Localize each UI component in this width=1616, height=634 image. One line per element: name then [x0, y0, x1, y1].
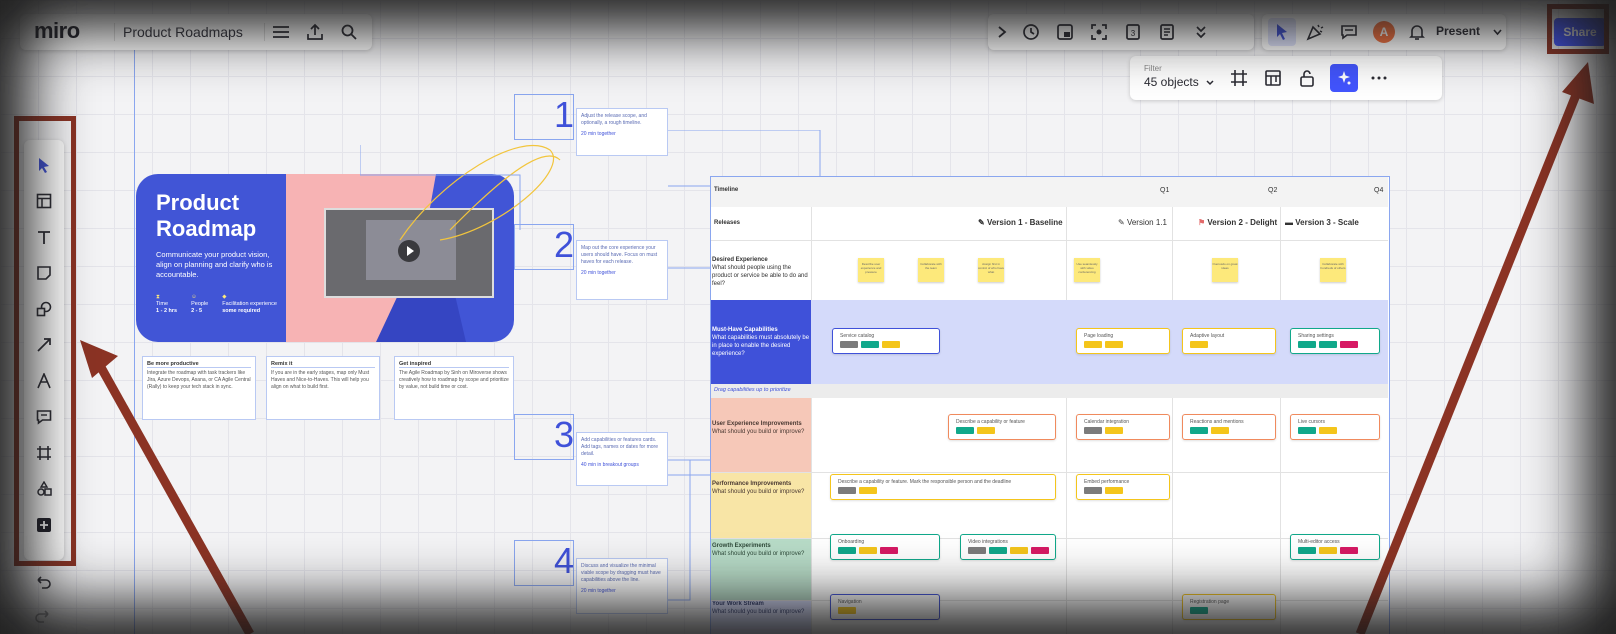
annotation-arrows [80, 62, 1594, 634]
miro-board-screenshot: miro Product Roadmaps 3 A Present Share … [0, 0, 1616, 634]
